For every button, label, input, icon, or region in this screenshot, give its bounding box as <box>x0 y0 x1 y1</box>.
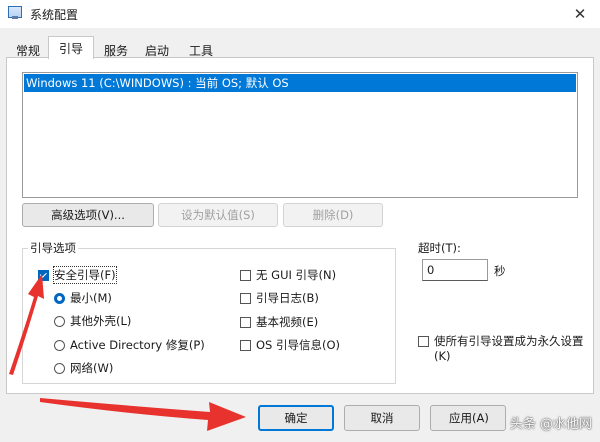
checkbox-box[interactable] <box>240 339 251 351</box>
radio-dot[interactable] <box>54 315 65 327</box>
checkbox-box[interactable] <box>240 292 251 304</box>
close-icon: ✕ <box>573 5 587 23</box>
tab-label: 启动 <box>144 43 169 58</box>
safe-boot-checkbox[interactable]: 安全引导(F) <box>38 266 117 284</box>
base-video-checkbox[interactable]: 基本视频(E) <box>240 314 318 330</box>
minimal-label: 最小(M) <box>70 291 112 305</box>
make-permanent-label-line1: 使所有引导设置成为永久设置 <box>434 334 584 348</box>
checkbox-box[interactable] <box>418 336 429 347</box>
boot-entries-list[interactable]: Windows 11 (C:\WINDOWS) : 当前 OS; 默认 OS <box>22 72 578 198</box>
timeout-input[interactable]: 0 <box>422 259 488 281</box>
ok-button[interactable]: 确定 <box>258 405 334 431</box>
delete-button[interactable]: 删除(D) <box>283 203 383 227</box>
checkbox-box[interactable] <box>240 269 251 281</box>
make-permanent-label: 使所有引导设置成为永久设置 (K) <box>434 334 584 364</box>
alternate-shell-label: 其他外壳(L) <box>70 314 132 328</box>
make-permanent-label-line2: (K) <box>434 349 451 363</box>
button-label: 取消 <box>370 411 394 425</box>
active-directory-label: Active Directory 修复(P) <box>70 338 205 352</box>
tab-tools[interactable]: 工具 <box>178 40 224 60</box>
system-config-icon <box>8 6 22 19</box>
checkbox-box[interactable] <box>240 316 251 328</box>
radio-dot[interactable] <box>54 362 65 374</box>
active-directory-repair-radio[interactable]: Active Directory 修复(P) <box>54 337 205 353</box>
checkbox-box[interactable] <box>38 269 49 281</box>
radio-dot[interactable] <box>54 292 65 304</box>
button-label: 设为默认值(S) <box>181 208 255 222</box>
network-label: 网络(W) <box>70 361 114 375</box>
timeout-label: 超时(T): <box>418 241 461 255</box>
tab-general[interactable]: 常规 <box>8 40 48 60</box>
boot-log-label: 引导日志(B) <box>256 291 319 305</box>
network-radio[interactable]: 网络(W) <box>54 360 113 376</box>
tab-services[interactable]: 服务 <box>94 40 138 60</box>
cancel-button[interactable]: 取消 <box>344 405 420 431</box>
title-bar: 系统配置 ✕ <box>0 0 600 28</box>
base-video-label: 基本视频(E) <box>256 315 319 329</box>
tab-label: 常规 <box>15 43 40 58</box>
tab-boot[interactable]: 引导 <box>48 36 94 59</box>
annotation-arrow-ok <box>40 398 246 431</box>
os-boot-info-label: OS 引导信息(O) <box>256 338 341 352</box>
tab-strip: 常规 引导 服务 启动 工具 <box>0 36 600 60</box>
system-config-window: 系统配置 ✕ 常规 引导 服务 启动 工具 Windows 11 (C:\WIN… <box>0 0 600 442</box>
tab-startup[interactable]: 启动 <box>136 40 178 60</box>
advanced-options-button[interactable]: 高级选项(V)... <box>22 203 154 227</box>
button-label: 删除(D) <box>312 208 354 222</box>
minimal-radio[interactable]: 最小(M) <box>54 290 112 306</box>
close-button[interactable]: ✕ <box>560 0 600 28</box>
button-label: 高级选项(V)... <box>51 208 125 222</box>
boot-options-label: 引导选项 <box>28 240 78 256</box>
timeout-unit: 秒 <box>494 264 506 278</box>
no-gui-boot-checkbox[interactable]: 无 GUI 引导(N) <box>240 267 336 283</box>
button-label: 确定 <box>284 411 308 425</box>
tab-label: 工具 <box>188 43 213 58</box>
button-label: 应用(A) <box>449 411 489 425</box>
radio-dot[interactable] <box>54 339 65 351</box>
window-title: 系统配置 <box>30 8 79 22</box>
safe-boot-label: 安全引导(F) <box>53 266 117 284</box>
make-permanent-checkbox[interactable]: 使所有引导设置成为永久设置 (K) <box>418 334 584 364</box>
tab-label: 服务 <box>103 43 128 58</box>
boot-log-checkbox[interactable]: 引导日志(B) <box>240 290 319 306</box>
os-boot-info-checkbox[interactable]: OS 引导信息(O) <box>240 337 340 353</box>
watermark: 头条 @水他网 <box>509 417 592 432</box>
alternate-shell-radio[interactable]: 其他外壳(L) <box>54 313 131 329</box>
no-gui-label: 无 GUI 引导(N) <box>256 268 337 282</box>
tab-label: 引导 <box>58 41 83 56</box>
list-item[interactable]: Windows 11 (C:\WINDOWS) : 当前 OS; 默认 OS <box>24 74 576 92</box>
set-default-button[interactable]: 设为默认值(S) <box>158 203 278 227</box>
apply-button[interactable]: 应用(A) <box>430 405 506 431</box>
